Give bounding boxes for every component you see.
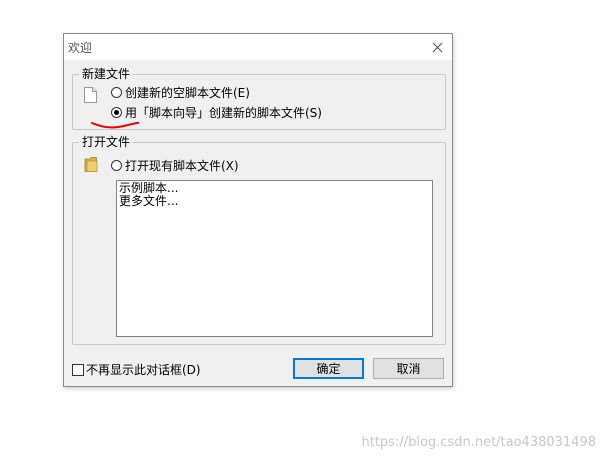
- red-annotation-underline: [91, 121, 140, 129]
- radio-script-wizard[interactable]: 用「脚本向导」创建新的脚本文件(S): [111, 104, 322, 120]
- ok-button[interactable]: 确定: [293, 358, 364, 379]
- new-file-group-label: 新建文件: [79, 67, 134, 81]
- window-title: 欢迎: [68, 41, 93, 55]
- close-icon: [432, 42, 442, 52]
- radio-button-selected[interactable]: [111, 106, 122, 118]
- watermark-text: https://blog.csdn.net/tao438031498: [361, 435, 596, 450]
- folder-icon: [84, 157, 98, 172]
- list-item-more-files[interactable]: 更多文件...: [117, 195, 432, 208]
- radio-create-empty-script[interactable]: 创建新的空脚本文件(E): [111, 84, 250, 100]
- checkbox-box[interactable]: [72, 363, 84, 376]
- radio-button[interactable]: [111, 159, 122, 171]
- open-file-group: 打开文件 打开现有脚本文件(X) 示例脚本... 更多文件...: [72, 135, 446, 345]
- list-item-sample-scripts[interactable]: 示例脚本...: [117, 181, 432, 195]
- recent-files-listbox[interactable]: 示例脚本... 更多文件...: [116, 180, 433, 337]
- ok-button-label: 确定: [316, 362, 341, 376]
- radio-open-existing-script[interactable]: 打开现有脚本文件(X): [111, 157, 239, 173]
- radio-create-empty-script-label: 创建新的空脚本文件(E): [125, 85, 250, 100]
- cancel-button[interactable]: 取消: [373, 358, 444, 379]
- radio-button[interactable]: [111, 86, 122, 98]
- close-button[interactable]: [426, 36, 448, 58]
- blank-document-icon: [84, 87, 97, 103]
- title-bar: 欢迎: [64, 34, 452, 60]
- radio-script-wizard-label: 用「脚本向导」创建新的脚本文件(S): [125, 105, 322, 120]
- dont-show-again-checkbox[interactable]: 不再显示此对话框(D): [72, 361, 201, 378]
- open-file-group-label: 打开文件: [79, 135, 134, 149]
- radio-open-existing-label: 打开现有脚本文件(X): [125, 158, 239, 173]
- dont-show-again-label: 不再显示此对话框(D): [86, 363, 201, 377]
- welcome-dialog: 欢迎 新建文件 创建新的空脚本文件(E) 用「脚本向导」创建新的脚本文件(S) …: [63, 33, 453, 387]
- cancel-button-label: 取消: [396, 362, 421, 376]
